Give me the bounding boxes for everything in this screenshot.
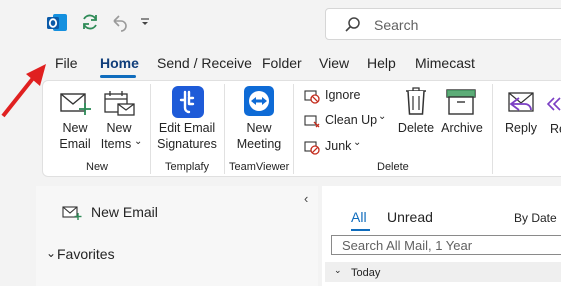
reply-icon — [508, 92, 534, 112]
chevron-down-icon: ⌄ — [134, 136, 143, 147]
templafy-icon — [172, 86, 204, 118]
archive-label: Archive — [441, 121, 483, 135]
junk-icon — [304, 141, 320, 155]
group-header-today[interactable]: ⌄ Today — [325, 262, 561, 282]
reply-button[interactable]: Reply — [502, 86, 540, 156]
sort-dropdown[interactable]: By Date — [514, 211, 561, 229]
customize-toolbar-icon[interactable] — [140, 17, 150, 27]
reply-all-label: Re — [550, 122, 561, 136]
tab-file[interactable]: File — [55, 55, 78, 71]
mail-search-placeholder: Search All Mail, 1 Year — [342, 238, 473, 253]
sync-icon[interactable] — [80, 12, 100, 32]
new-items-label-1: New — [106, 121, 132, 135]
favorites-label: Favorites — [57, 246, 115, 262]
chevron-down-icon: ⌄ — [378, 111, 387, 122]
reply-all-icon — [546, 97, 561, 111]
search-icon — [345, 17, 360, 32]
delete-button[interactable]: Delete — [396, 86, 436, 156]
outlook-logo-icon[interactable] — [46, 12, 68, 34]
group-label-templafy: Templafy — [165, 161, 210, 173]
group-label-new: New — [86, 161, 109, 173]
tab-all[interactable]: All — [351, 209, 367, 225]
ribbon-separator — [293, 84, 294, 174]
search-box[interactable]: Search — [325, 8, 561, 40]
ignore-button[interactable]: Ignore — [304, 87, 374, 105]
reply-all-button[interactable]: Re — [544, 86, 561, 156]
sort-label: By Date — [514, 211, 557, 225]
chevron-down-icon: ⌄ — [334, 265, 342, 275]
ribbon-separator — [492, 84, 493, 174]
chevron-down-icon: ⌄ — [353, 137, 362, 148]
new-items-button[interactable]: New Items ⌄ — [101, 86, 143, 156]
delete-label: Delete — [397, 121, 435, 135]
new-email-icon — [62, 206, 82, 220]
favorites-header[interactable]: ⌄ Favorites — [46, 245, 146, 265]
archive-button[interactable]: Archive — [440, 86, 484, 156]
clean-up-button[interactable]: Clean Up ⌄ — [304, 111, 388, 130]
junk-button[interactable]: Junk ⌄ — [304, 137, 368, 156]
teamviewer-icon — [244, 86, 274, 116]
tab-send-receive[interactable]: Send / Receive — [157, 55, 252, 71]
edit-sig-label-2: Signatures — [157, 137, 217, 151]
ignore-icon — [304, 90, 320, 104]
group-label-delete: Delete — [377, 161, 409, 173]
junk-label: Junk — [325, 139, 352, 153]
tab-view[interactable]: View — [319, 55, 349, 71]
undo-icon[interactable] — [109, 12, 129, 32]
tab-folder[interactable]: Folder — [262, 55, 302, 71]
new-email-nav-label: New Email — [91, 204, 158, 220]
active-filter-indicator — [351, 229, 370, 231]
new-email-nav-button[interactable]: New Email — [62, 203, 172, 223]
clean-up-icon — [304, 115, 320, 128]
group-label-teamviewer: TeamViewer — [229, 161, 290, 173]
mail-search-input[interactable]: Search All Mail, 1 Year — [331, 235, 561, 255]
edit-sig-label-1: Edit Email — [158, 121, 216, 135]
new-meeting-button[interactable]: New Meeting — [231, 86, 287, 156]
chevron-down-icon: ⌄ — [46, 246, 57, 260]
ignore-label: Ignore — [325, 88, 361, 102]
new-email-label-2: Email — [59, 137, 91, 151]
new-items-icon — [104, 91, 135, 116]
trash-icon — [406, 87, 426, 115]
group-today-label: Today — [351, 267, 381, 279]
edit-email-signatures-button[interactable]: Edit Email Signatures — [157, 86, 217, 156]
tab-mimecast[interactable]: Mimecast — [415, 55, 475, 71]
ribbon-separator — [224, 84, 225, 174]
search-placeholder: Search — [374, 17, 419, 33]
new-email-button[interactable]: New Email — [57, 86, 93, 156]
new-email-label-1: New — [62, 121, 88, 135]
active-tab-indicator — [100, 75, 136, 78]
collapse-pane-icon[interactable]: ‹ — [304, 191, 308, 206]
archive-icon — [446, 89, 476, 115]
clean-up-label: Clean Up — [325, 113, 378, 127]
reply-label: Reply — [505, 121, 537, 135]
tab-unread[interactable]: Unread — [387, 209, 433, 225]
new-meeting-label-2: Meeting — [236, 137, 282, 151]
new-email-icon — [60, 93, 91, 115]
new-items-label-2: Items — [100, 137, 132, 151]
folder-pane — [36, 186, 318, 286]
ribbon-separator — [150, 84, 151, 174]
tab-help[interactable]: Help — [367, 55, 396, 71]
new-meeting-label-1: New — [246, 121, 272, 135]
tab-home[interactable]: Home — [100, 55, 139, 71]
